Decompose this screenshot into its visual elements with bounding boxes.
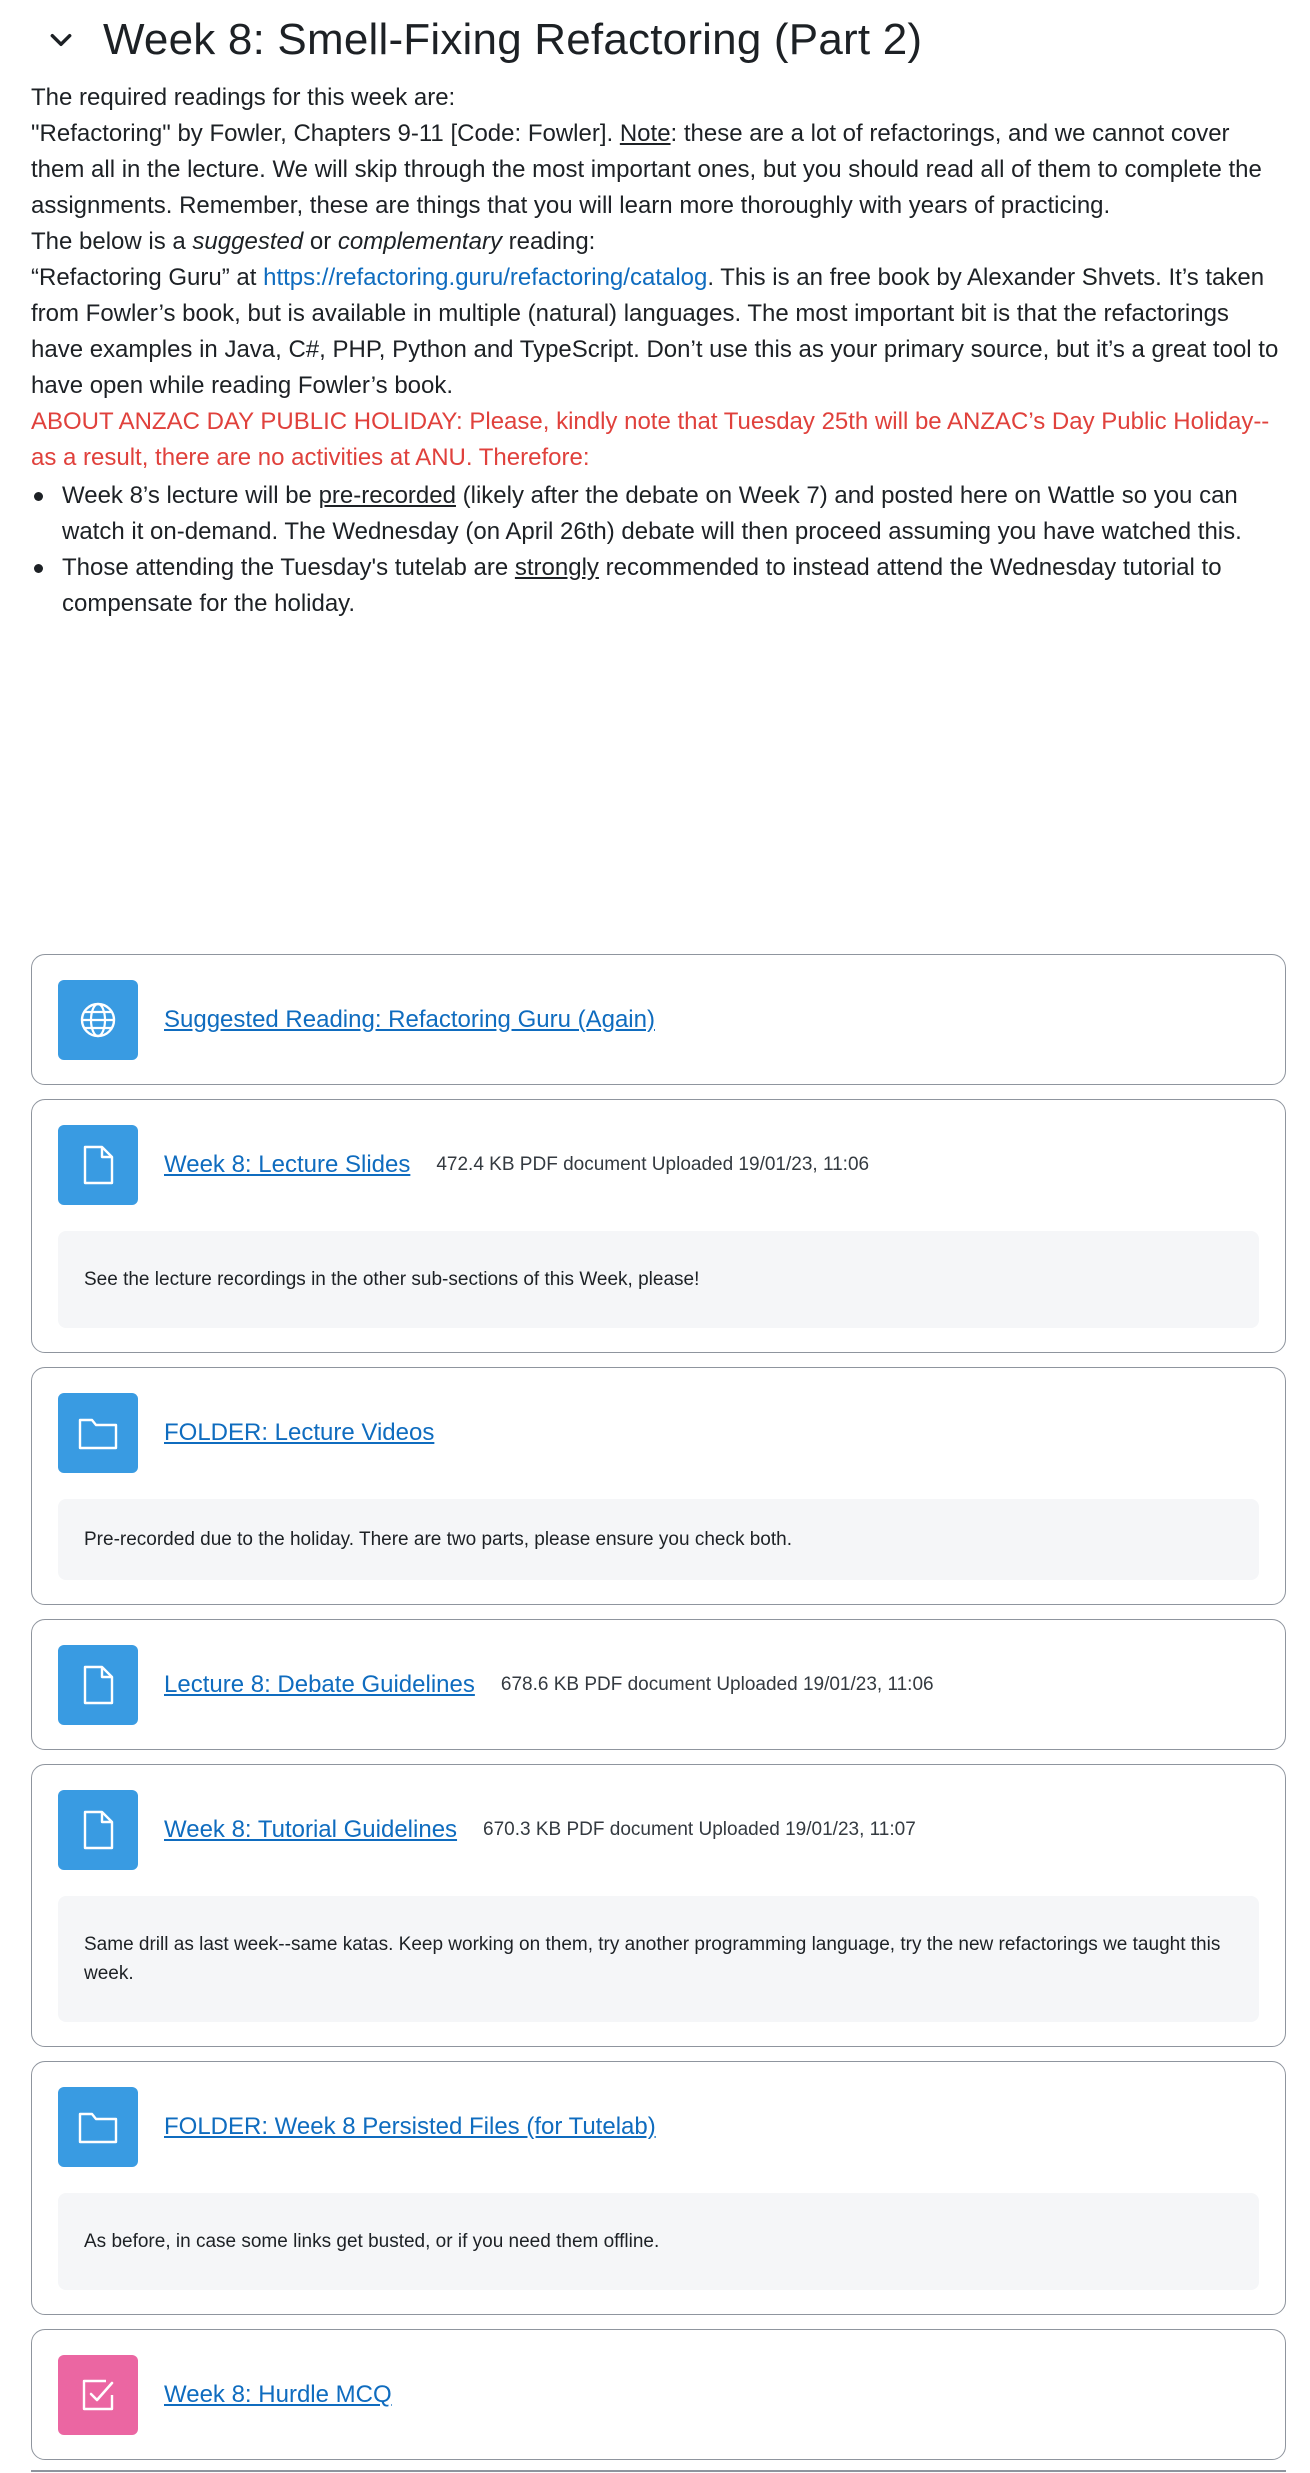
folder-icon[interactable] <box>58 2086 138 2167</box>
activity-folder: FOLDER: Week 8 Persisted Files (for Tute… <box>31 2061 1286 2315</box>
activity-header: Lecture 8: Debate Guidelines 678.6 KB PD… <box>58 1644 1259 1725</box>
activity-description: Pre-recorded due to the holiday. There a… <box>58 1499 1259 1580</box>
fowler-text: "Refactoring" by Fowler, Chapters 9-11 [… <box>31 120 620 147</box>
suggested-reading-intro: The below is a suggested or complementar… <box>31 224 1279 260</box>
file-icon[interactable] <box>58 1124 138 1205</box>
activity-folder: FOLDER: Lecture Videos Pre-recorded due … <box>31 1367 1286 1605</box>
required-readings-intro: The required readings for this week are: <box>31 84 456 111</box>
holiday-bullet-list: Week 8’s lecture will be pre-recorded (l… <box>31 478 1279 622</box>
section-summary: The required readings for this week are:… <box>31 80 1279 622</box>
activity-link[interactable]: Week 8: Lecture Slides <box>164 1151 410 1179</box>
anzac-holiday-notice: ABOUT ANZAC DAY PUBLIC HOLIDAY: Please, … <box>31 408 1270 471</box>
chevron-down-icon[interactable] <box>39 18 83 62</box>
globe-icon[interactable] <box>58 979 138 1060</box>
file-icon[interactable] <box>58 1644 138 1725</box>
activity-header: FOLDER: Week 8 Persisted Files (for Tute… <box>58 2086 1259 2167</box>
refactoring-guru-link[interactable]: https://refactoring.guru/refactoring/cat… <box>263 264 707 291</box>
activity-resource: Lecture 8: Debate Guidelines 678.6 KB PD… <box>31 1619 1286 1750</box>
activity-link[interactable]: Suggested Reading: Refactoring Guru (Aga… <box>164 1006 655 1034</box>
activity-file-details: 472.4 KB PDF document Uploaded 19/01/23,… <box>436 1153 870 1175</box>
section-title: Week 8: Smell-Fixing Refactoring (Part 2… <box>103 15 923 64</box>
activity-link[interactable]: FOLDER: Lecture Videos <box>164 1419 434 1447</box>
activity-file-details: 678.6 KB PDF document Uploaded 19/01/23,… <box>500 1673 934 1695</box>
suggested-intro-end: reading: <box>501 228 596 255</box>
activity-header: Week 8: Tutorial Guidelines 670.3 KB PDF… <box>58 1789 1259 1870</box>
bullet-dot <box>34 492 43 501</box>
activity-url: Suggested Reading: Refactoring Guru (Aga… <box>31 954 1286 1085</box>
fowler-reading: "Refactoring" by Fowler, Chapters 9-11 [… <box>31 116 1279 224</box>
quiz-icon[interactable] <box>58 2354 138 2435</box>
suggested-intro-text: The below is a <box>31 228 193 255</box>
suggested-emphasis: suggested <box>192 228 304 255</box>
complementary-emphasis: complementary <box>337 228 502 255</box>
activity-header: Week 8: Lecture Slides 472.4 KB PDF docu… <box>58 1124 1259 1205</box>
bullet-underlined: strongly <box>514 554 599 581</box>
course-page: Week 8: Smell-Fixing Refactoring (Part 2… <box>0 0 1310 2473</box>
activity-description: Same drill as last week--same katas. Kee… <box>58 1896 1259 2022</box>
activity-resource: Week 8: Tutorial Guidelines 670.3 KB PDF… <box>31 1764 1286 2047</box>
activity-quiz: Week 8: Hurdle MCQ <box>31 2329 1286 2460</box>
activity-link[interactable]: FOLDER: Week 8 Persisted Files (for Tute… <box>164 2113 656 2141</box>
activity-link[interactable]: Week 8: Hurdle MCQ <box>164 2381 392 2409</box>
activity-list: Suggested Reading: Refactoring Guru (Aga… <box>31 954 1286 2473</box>
activity-header: FOLDER: Lecture Videos <box>58 1392 1259 1473</box>
bullet-underlined: pre-recorded <box>318 482 456 509</box>
file-icon[interactable] <box>58 1789 138 1870</box>
suggested-or-text: or <box>303 228 338 255</box>
activity-resource: Week 8: Lecture Slides 472.4 KB PDF docu… <box>31 1099 1286 1353</box>
activity-header: Week 8: Hurdle MCQ <box>58 2354 1259 2435</box>
fowler-note-label: Note <box>619 120 671 147</box>
divider <box>31 2470 1286 2472</box>
activity-link[interactable]: Week 8: Tutorial Guidelines <box>164 1816 457 1844</box>
list-item: Week 8’s lecture will be pre-recorded (l… <box>31 478 1279 550</box>
bullet-text: Those attending the Tuesday's tutelab ar… <box>62 554 515 581</box>
bullet-text: Week 8’s lecture will be <box>62 482 319 509</box>
refactoring-guru-paragraph: “Refactoring Guru” at https://refactorin… <box>31 260 1279 404</box>
activity-description: As before, in case some links get busted… <box>58 2193 1259 2290</box>
activity-link[interactable]: Lecture 8: Debate Guidelines <box>164 1671 475 1699</box>
section-header: Week 8: Smell-Fixing Refactoring (Part 2… <box>31 0 1279 80</box>
activity-file-details: 670.3 KB PDF document Uploaded 19/01/23,… <box>483 1818 916 1840</box>
guru-text-start: “Refactoring Guru” at <box>31 264 264 291</box>
list-item: Those attending the Tuesday's tutelab ar… <box>31 550 1279 622</box>
activity-header: Suggested Reading: Refactoring Guru (Aga… <box>58 979 1259 1060</box>
folder-icon[interactable] <box>58 1392 138 1473</box>
activity-description: See the lecture recordings in the other … <box>58 1231 1259 1328</box>
bullet-dot <box>34 564 43 573</box>
